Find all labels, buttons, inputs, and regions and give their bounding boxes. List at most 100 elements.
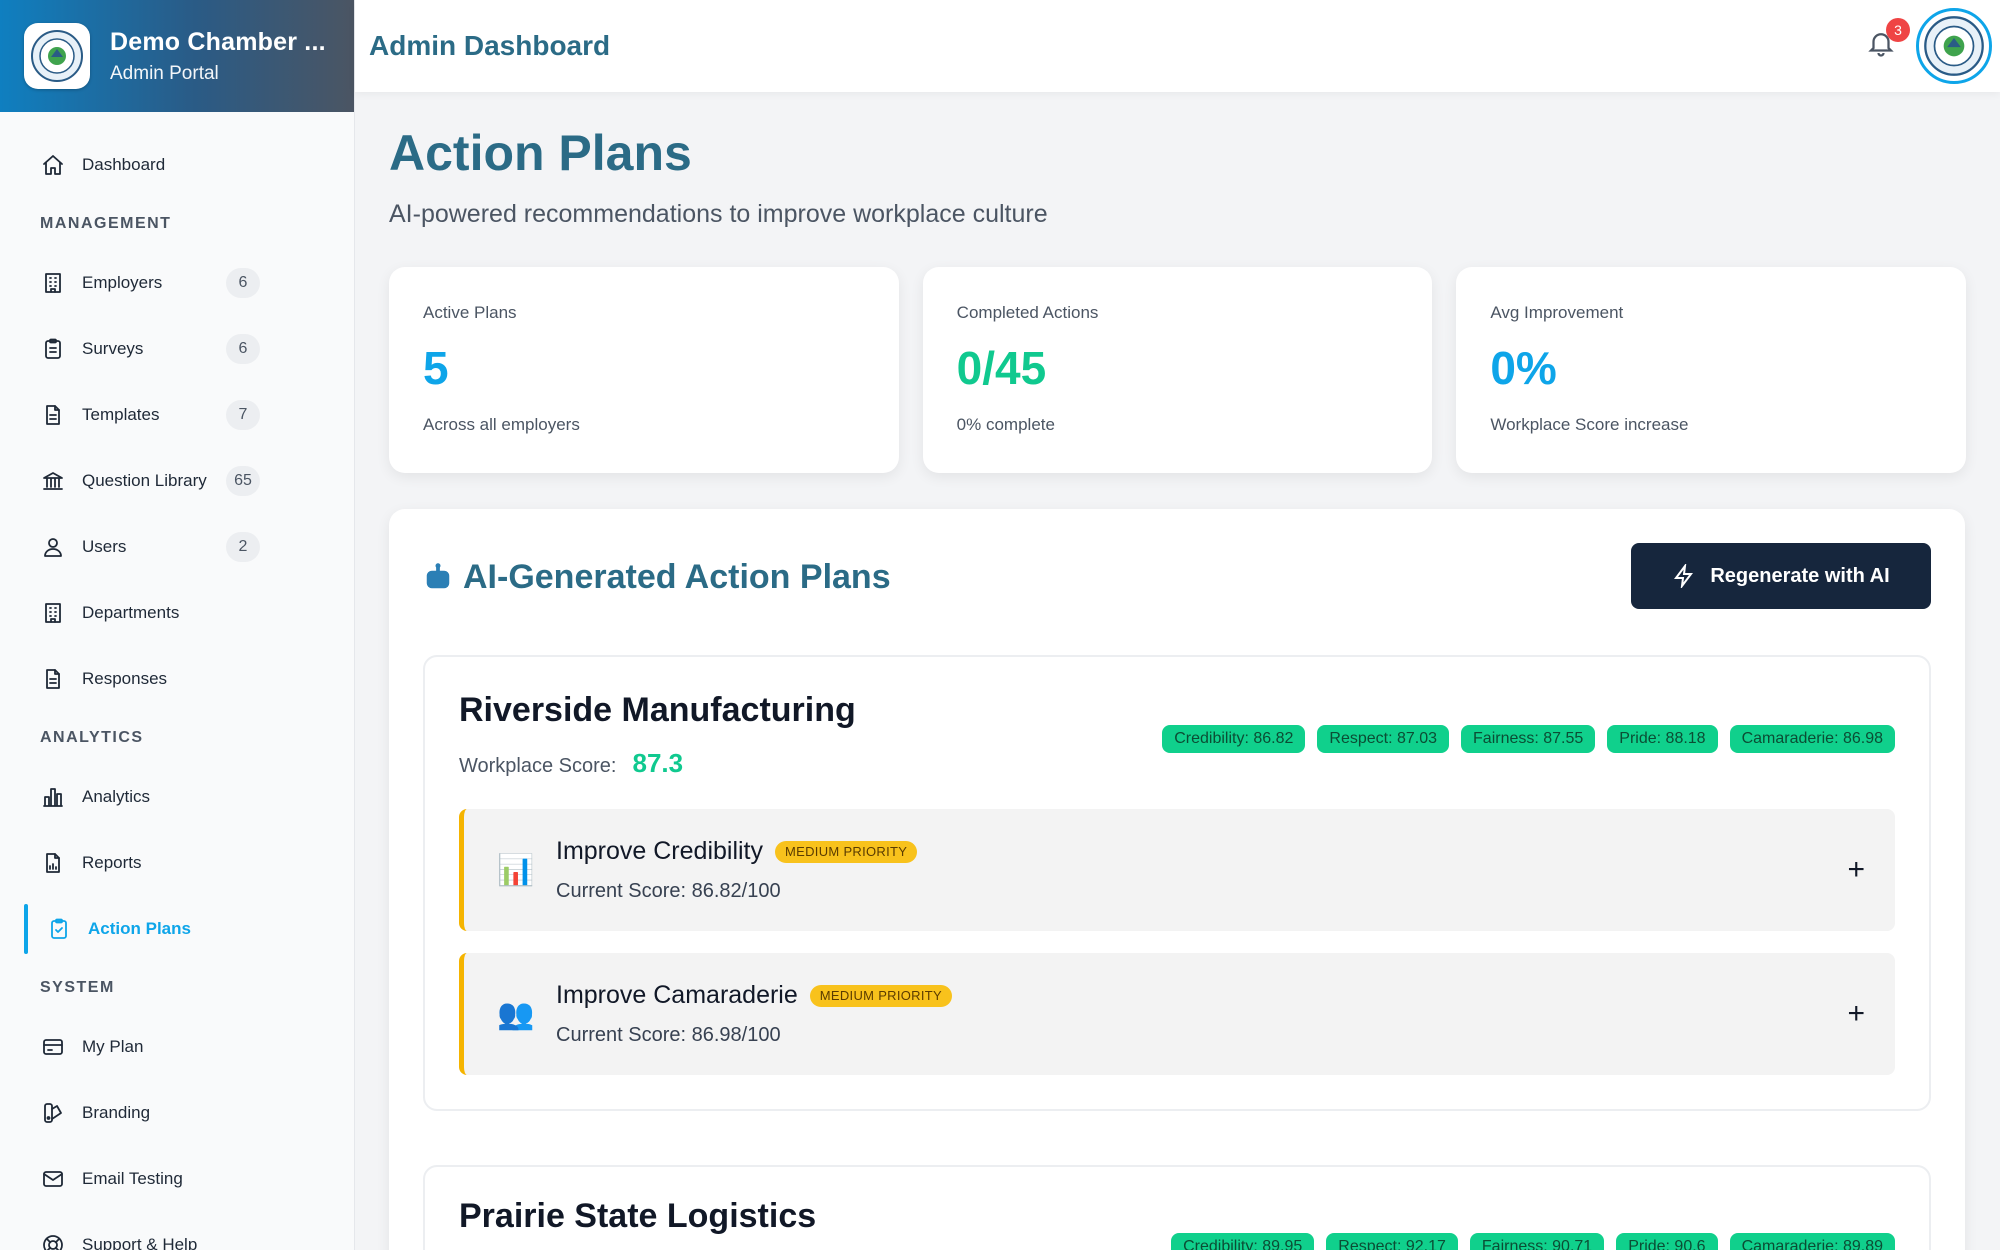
- lifebuoy-icon: [40, 1232, 66, 1250]
- count-badge: 7: [226, 400, 260, 430]
- stat-value: 0%: [1490, 342, 1557, 394]
- sidebar-item-label: Question Library: [82, 471, 207, 490]
- regenerate-label: Regenerate with AI: [1710, 564, 1890, 587]
- clipboard-list-icon: [40, 336, 66, 362]
- chamber-seal-icon: [1924, 16, 1984, 76]
- sidebar-item-employers[interactable]: Employers 6: [0, 250, 354, 316]
- sidebar-item-support[interactable]: Support & Help: [0, 1212, 354, 1250]
- stat-label: Active Plans: [423, 303, 517, 322]
- sidebar-item-label: Employers: [82, 273, 163, 292]
- sidebar-item-reports[interactable]: Reports: [0, 830, 354, 896]
- action-item-camaraderie[interactable]: 👥 Improve Camaraderie MEDIUM PRIORITY Cu…: [459, 953, 1895, 1075]
- sidebar-item-label: Analytics: [82, 787, 151, 806]
- credit-card-icon: [40, 1034, 66, 1060]
- dimension-badge-camaraderie: Camaraderie: 86.98: [1729, 725, 1895, 753]
- sidebar-item-label: Reports: [82, 853, 142, 872]
- priority-badge: MEDIUM PRIORITY: [809, 984, 952, 1007]
- sidebar-item-responses[interactable]: Responses: [0, 646, 354, 712]
- count-badge: 6: [226, 334, 260, 364]
- stat-value: 5: [423, 342, 449, 394]
- notification-badge: 3: [1886, 18, 1910, 42]
- chamber-logo: [24, 23, 90, 89]
- bar-chart-icon: [40, 784, 66, 810]
- dimension-badge-fairness: Fairness: 87.55: [1461, 725, 1596, 753]
- report-icon: [40, 850, 66, 876]
- panel-title: AI-Generated Action Plans: [463, 557, 891, 596]
- stat-card-completed-actions: Completed Actions 0/45 0% complete: [922, 267, 1433, 473]
- lightning-icon: [1674, 564, 1694, 588]
- document-icon: [40, 402, 66, 428]
- user-avatar[interactable]: [1916, 8, 1992, 84]
- dimension-badge-pride: Pride: 90.6: [1616, 1233, 1718, 1250]
- employer-name: Prairie State Logistics: [459, 1197, 817, 1235]
- workplace-score-label: Workplace Score:: [459, 755, 617, 777]
- stat-note: Across all employers: [423, 415, 580, 434]
- header-title: Admin Dashboard: [369, 30, 611, 61]
- mail-icon: [40, 1166, 66, 1192]
- sidebar-item-users[interactable]: Users 2: [0, 514, 354, 580]
- sidebar-nav: Dashboard MANAGEMENT Employers 6 Surveys…: [0, 112, 354, 1250]
- page-title: Action Plans: [389, 125, 692, 181]
- palette-icon: [40, 1100, 66, 1126]
- action-title: Improve Credibility: [556, 837, 764, 865]
- sidebar-item-action-plans[interactable]: Action Plans: [0, 896, 354, 962]
- dimension-badge-pride: Pride: 88.18: [1607, 725, 1718, 753]
- sidebar-item-templates[interactable]: Templates 7: [0, 382, 354, 448]
- stat-card-avg-improvement: Avg Improvement 0% Workplace Score incre…: [1456, 267, 1967, 473]
- sidebar-item-label: Responses: [82, 669, 168, 688]
- document-icon: [40, 666, 66, 692]
- robot-icon: [426, 563, 450, 589]
- home-icon: [40, 152, 66, 178]
- brand-header[interactable]: Demo Chamber ... Admin Portal: [0, 0, 354, 112]
- sidebar-item-surveys[interactable]: Surveys 6: [0, 316, 354, 382]
- sidebar: Demo Chamber ... Admin Portal Dashboard …: [0, 0, 355, 1250]
- expand-plus-icon[interactable]: +: [1847, 853, 1865, 887]
- page-subtitle: AI-powered recommendations to improve wo…: [389, 200, 1048, 228]
- sidebar-item-email-testing[interactable]: Email Testing: [0, 1146, 354, 1212]
- count-badge: 6: [226, 268, 260, 298]
- brand-subtitle: Admin Portal: [110, 62, 219, 84]
- sidebar-item-label: Surveys: [82, 339, 144, 358]
- people-icon: 👥: [497, 997, 535, 1031]
- sidebar-item-analytics[interactable]: Analytics: [0, 764, 354, 830]
- stat-label: Avg Improvement: [1490, 303, 1624, 322]
- dimension-badge-fairness: Fairness: 90.71: [1469, 1233, 1605, 1250]
- brand-title: Demo Chamber ...: [110, 27, 326, 56]
- stat-label: Completed Actions: [956, 303, 1099, 322]
- sidebar-item-label: My Plan: [82, 1037, 144, 1056]
- top-bar: Admin Dashboard 3: [355, 0, 2000, 92]
- section-heading-analytics: ANALYTICS: [40, 729, 144, 746]
- sidebar-item-label: Dashboard: [82, 155, 166, 174]
- count-badge: 65: [226, 466, 260, 496]
- stat-note: Workplace Score increase: [1490, 415, 1689, 434]
- action-current-score: Current Score: 86.82/100: [556, 880, 781, 902]
- priority-badge: MEDIUM PRIORITY: [775, 840, 918, 863]
- action-item-credibility[interactable]: 📊 Improve Credibility MEDIUM PRIORITY Cu…: [459, 809, 1895, 931]
- dimension-scores: Credibility: 89.95 Respect: 92.17 Fairne…: [1171, 1233, 1895, 1250]
- notifications-button[interactable]: 3: [1866, 18, 1910, 62]
- dimension-badge-respect: Respect: 87.03: [1317, 725, 1450, 753]
- regenerate-with-ai-button[interactable]: Regenerate with AI: [1631, 543, 1931, 609]
- building-icon: [40, 600, 66, 626]
- dimension-scores: Credibility: 86.82 Respect: 87.03 Fairne…: [1162, 725, 1895, 753]
- sidebar-item-branding[interactable]: Branding: [0, 1080, 354, 1146]
- dimension-badge-credibility: Credibility: 89.95: [1171, 1233, 1315, 1250]
- bar-chart-icon: 📊: [497, 853, 535, 887]
- sidebar-item-departments[interactable]: Departments: [0, 580, 354, 646]
- dimension-badge-respect: Respect: 92.17: [1326, 1233, 1458, 1250]
- section-heading-system: SYSTEM: [40, 979, 115, 996]
- stat-card-active-plans: Active Plans 5 Across all employers: [389, 267, 899, 473]
- stats-row: Active Plans 5 Across all employers Comp…: [389, 267, 1967, 473]
- main-content: Action Plans AI-powered recommendations …: [355, 92, 2000, 1250]
- section-heading-management: MANAGEMENT: [40, 215, 172, 232]
- expand-plus-icon[interactable]: +: [1847, 997, 1865, 1031]
- dimension-badge-credibility: Credibility: 86.82: [1162, 725, 1306, 753]
- sidebar-item-question-library[interactable]: Question Library 65: [0, 448, 354, 514]
- clipboard-check-icon: [46, 916, 72, 942]
- sidebar-item-dashboard[interactable]: Dashboard: [0, 132, 354, 198]
- sidebar-item-label: Users: [82, 537, 127, 556]
- sidebar-item-label: Templates: [82, 405, 160, 424]
- employer-card: Riverside Manufacturing Workplace Score:…: [423, 655, 1931, 1111]
- sidebar-item-my-plan[interactable]: My Plan: [0, 1014, 354, 1080]
- sidebar-item-label: Action Plans: [88, 919, 191, 938]
